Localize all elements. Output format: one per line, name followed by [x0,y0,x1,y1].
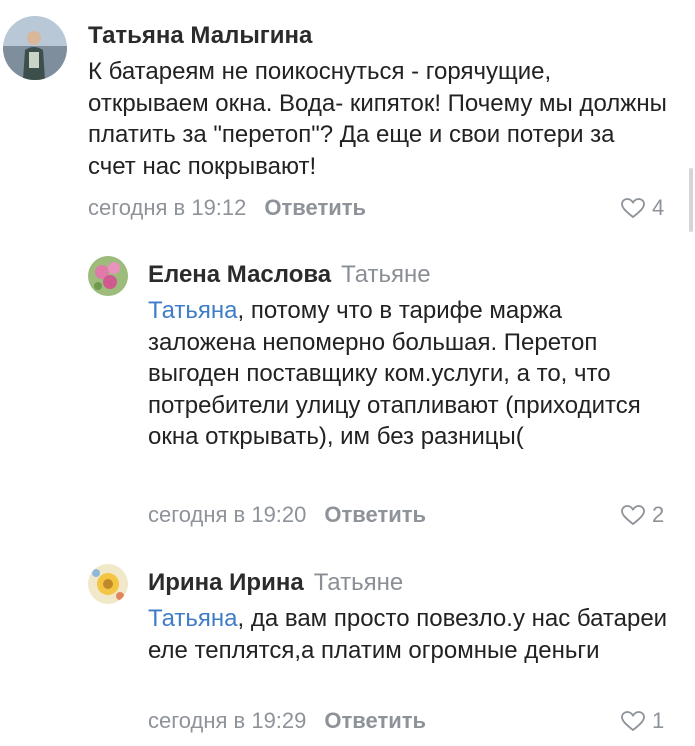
mention-link[interactable]: Татьяна [148,605,238,632]
comment-text: Татьяна, да вам просто повезло.у нас бат… [148,603,668,666]
avatar[interactable] [3,16,67,80]
author-name[interactable]: Ирина Ирина [148,569,304,596]
author-name[interactable]: Татьяна Малыгина [88,22,312,49]
timestamp: сегодня в 19:29 [148,708,307,733]
like-button[interactable]: 4 [620,195,664,221]
heart-outline-icon [621,711,645,732]
avatar[interactable] [88,564,128,604]
like-button[interactable]: 1 [620,708,664,734]
reply-to[interactable]: Татьяне [341,261,431,288]
like-button[interactable]: 2 [620,502,664,528]
comment: Татьяна Малыгина К батареям не поикоснут… [0,0,695,240]
reply-button[interactable]: Ответить [324,502,426,527]
reply-button[interactable]: Ответить [324,708,426,733]
avatar[interactable] [88,256,128,296]
like-count: 2 [652,502,665,527]
comment-reply: Елена Маслова Татьяне Татьяна, потому что… [0,240,695,540]
comment-text: Татьяна, потому что в тарифе маржа залож… [148,295,658,453]
timestamp: сегодня в 19:20 [148,502,307,527]
comment-reply: Ирина Ирина Татьяне Татьяна, да вам прост… [0,540,695,746]
like-count: 4 [652,195,665,220]
comment-text: К батареям не поикоснуться - горячущие, … [88,56,668,182]
heart-outline-icon [621,505,645,526]
author-line: Елена Маслова Татьяне [148,261,431,289]
reply-button[interactable]: Ответить [264,195,366,220]
author-name[interactable]: Елена Маслова [148,261,331,288]
comment-body: К батареям не поикоснуться - горячущие, … [88,58,667,180]
reply-to[interactable]: Татьяне [314,569,404,596]
timestamp: сегодня в 19:12 [88,195,247,220]
author-line: Татьяна Малыгина [88,22,312,50]
heart-outline-icon [621,198,645,219]
mention-link[interactable]: Татьяна [148,297,238,324]
like-count: 1 [652,708,665,733]
author-line: Ирина Ирина Татьяне [148,569,403,597]
comment-meta: сегодня в 19:20 Ответить [148,502,426,528]
comment-meta: сегодня в 19:29 Ответить [148,708,426,734]
comment-meta: сегодня в 19:12 Ответить [88,195,366,221]
